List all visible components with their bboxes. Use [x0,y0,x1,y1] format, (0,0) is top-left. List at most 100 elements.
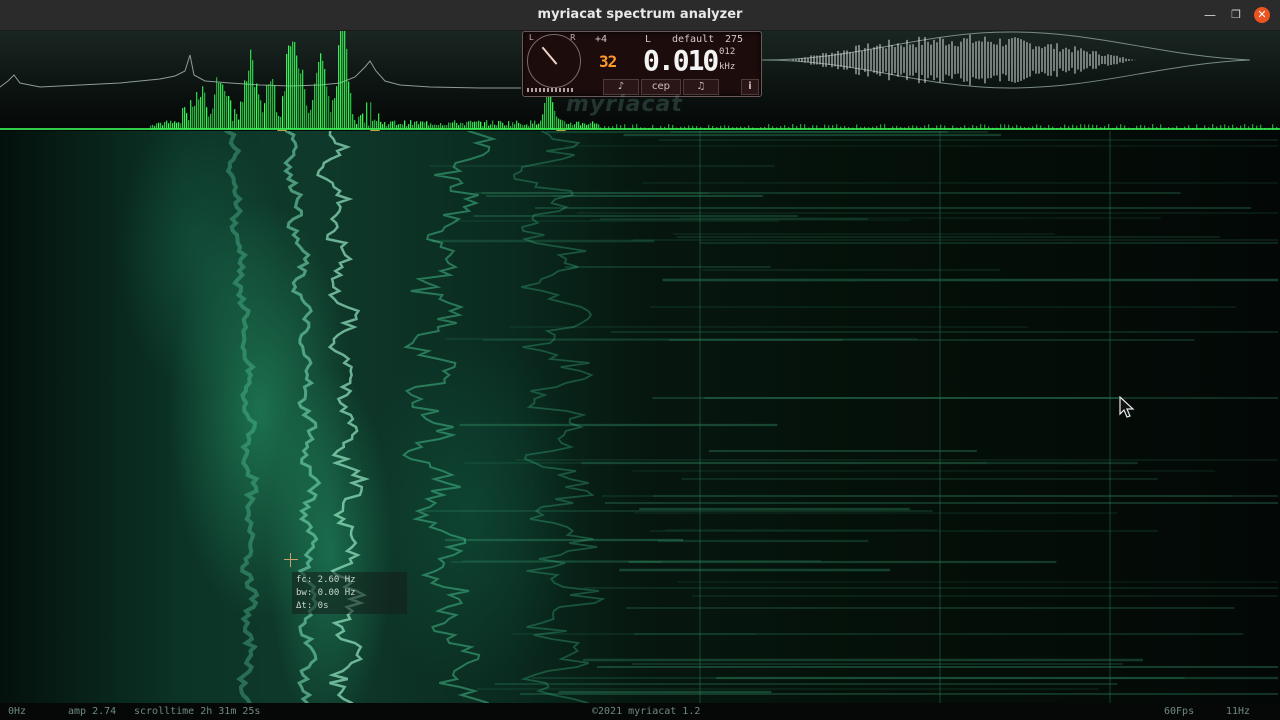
spectrum-bar [562,120,564,129]
spectrum-bar [856,124,858,129]
spectrum-bar [452,122,454,129]
frequency-trace [283,131,322,703]
spectrum-bar [370,102,372,129]
spectrum-bar [720,125,722,129]
spectrum-bar [820,127,822,129]
spectrum-bar [566,123,568,129]
info-button[interactable]: i [741,79,759,95]
spectrum-bar [272,79,274,129]
spectrum-bar [376,121,378,129]
spectrum-bar [570,122,572,129]
spectrum-bar [378,113,380,129]
maximize-icon[interactable]: ❐ [1228,7,1244,23]
spectrum-bar [980,124,982,129]
spectrum-bar [326,86,328,129]
gain-value[interactable]: +4 [595,34,607,45]
spectrum-bar [448,122,450,129]
spectrum-bar [442,125,444,129]
spectrum-bar [1156,127,1158,129]
spectrum-bar [518,122,520,129]
spectrum-bar [812,125,814,129]
title-bar[interactable]: myriacat spectrum analyzer — ❐ ✕ [0,0,1280,31]
spectrum-bar [1112,127,1114,129]
spectrum-bar [270,81,272,129]
spectrum-bar [1124,125,1126,129]
spectrum-bar [162,125,164,129]
spectrogram-waterfall[interactable] [0,131,1280,703]
spectrum-bar [278,115,280,129]
frequency-trace [401,131,498,703]
spectrum-bar [1036,124,1038,129]
spectrum-bar [660,126,662,129]
spectrum-bar [480,121,482,129]
status-amplitude[interactable]: amp 2.74 [68,703,116,720]
spectrum-bar [784,125,786,129]
spectrum-bar [840,126,842,129]
spectrum-bar [964,125,966,129]
frequency-trace [512,131,606,703]
spectrum-bar [458,125,460,129]
minimize-icon[interactable]: — [1202,7,1218,23]
spectrum-bar [524,124,526,129]
spectrum-bar [968,127,970,129]
dial-right-label: R [570,33,576,42]
spectrum-bar [364,122,366,129]
spectrum-bar [904,127,906,129]
spectrum-bar [1040,125,1042,129]
spectrum-bar [628,127,630,129]
spectrum-bar [178,122,180,129]
spectrum-bar [1128,127,1130,129]
spectrum-bar [300,73,302,129]
level-dial[interactable] [527,34,581,88]
spectrum-bar [504,125,506,129]
spectrum-bar [594,123,596,129]
status-scrolltime[interactable]: scrolltime 2h 31m 25s [134,703,260,720]
spectrum-bar [1160,124,1162,129]
spectrum-bar [1252,124,1254,129]
spectrum-bar [612,126,614,129]
spectrum-bar [1028,127,1030,129]
spectrum-bar [582,122,584,129]
spectrum-bar [396,124,398,129]
spectrum-bar [1080,124,1082,129]
spectrum-bar [476,121,478,129]
spectrum-bar [872,126,874,129]
spectrum-bar [156,123,158,129]
spectrum-bar [1072,124,1074,129]
spectrum-bar [1148,127,1150,129]
spectrum-bar [960,126,962,129]
spectrum-bar [1236,126,1238,129]
spectrum-bar [1220,125,1222,129]
spectrum-bar [534,120,536,129]
spectrum-bar [584,123,586,129]
spectrum-bar [728,125,730,129]
spectrum-bar [242,102,244,129]
spectrum-bar [218,82,220,129]
spectrum-bar [154,125,156,129]
spectrum-bar [956,127,958,129]
spectrum-bar [1120,124,1122,129]
spectrum-bar [482,125,484,129]
spectrum-bar [560,119,562,129]
spectrum-bar [348,81,350,129]
spectrum-bar [700,126,702,129]
spectrum-bar [166,120,168,129]
readout-bandwidth: bw: 0.00 Hz [296,588,356,598]
spectrum-bar [1016,124,1018,129]
music-note-icon[interactable]: ♫ [683,79,719,95]
spectrum-bar [392,121,394,129]
spectrum-bar [1048,124,1050,129]
spectrum-bar [390,121,392,129]
crosshair-marker [284,553,298,567]
spectrum-bar [264,103,266,129]
spectrum-bar [314,83,316,129]
spectrum-bar [928,124,930,129]
close-icon[interactable]: ✕ [1254,7,1270,23]
spectrum-bar [632,124,634,129]
spectrum-bar [696,126,698,129]
spectrum-bar [752,127,754,129]
lcd-control-panel: L R +4 L default 275 32 0.010 012 kHz ♪ … [522,31,762,97]
spectrum-bar [174,121,176,129]
spectrum-bar [1132,127,1134,129]
spectrum-bar [258,94,260,129]
